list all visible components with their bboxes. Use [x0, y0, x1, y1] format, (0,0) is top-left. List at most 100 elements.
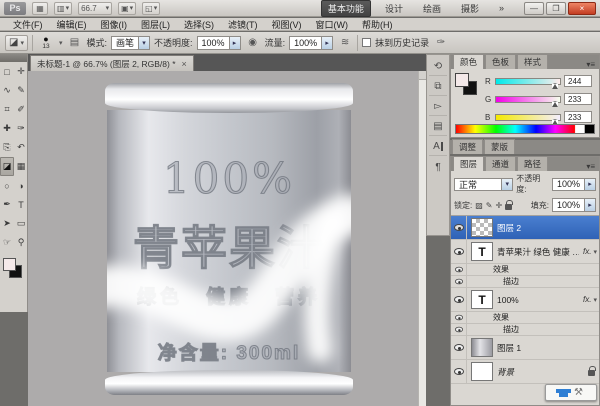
toggle-brush-panel-icon[interactable]: ▤	[66, 35, 82, 50]
clone-source-panel-icon[interactable]: ⧉	[429, 78, 447, 96]
restore-button[interactable]: ❐	[546, 2, 566, 15]
tab-styles[interactable]: 样式	[517, 54, 548, 69]
tool-move[interactable]: ✛	[14, 62, 28, 81]
tool-eraser[interactable]: ◪	[0, 157, 14, 176]
tool-crop[interactable]: ⌗	[0, 100, 14, 119]
close-tab-icon[interactable]: ×	[182, 59, 187, 69]
layer-row-text-product[interactable]: T 青苹果汁 绿色 健康 … fx. ▾	[451, 240, 599, 264]
workspace-photography-button[interactable]: 摄影	[455, 1, 485, 16]
foreground-color-swatch[interactable]	[3, 258, 16, 271]
history-panel-icon[interactable]: ⟲	[429, 58, 447, 76]
tool-zoom[interactable]: ⚲	[14, 233, 28, 252]
tool-gradient[interactable]: ▦	[14, 157, 28, 176]
green-value-field[interactable]: 233	[564, 93, 592, 105]
launch-bridge-icon[interactable]: ▦	[32, 2, 48, 15]
tool-pen[interactable]: ✒	[0, 195, 14, 214]
tool-lasso[interactable]: ∿	[0, 81, 14, 100]
layer-thumbnail[interactable]	[471, 362, 493, 381]
tool-eyedropper[interactable]: ✐	[14, 100, 28, 119]
green-slider-thumb[interactable]	[552, 101, 558, 107]
brush-panel-icon[interactable]: ✑	[433, 35, 449, 50]
layer-name[interactable]: 背景	[497, 366, 584, 378]
panel-menu-icon[interactable]: ▾≡	[586, 162, 597, 171]
visibility-cell[interactable]	[451, 216, 467, 239]
layer-name[interactable]: 100%	[497, 295, 579, 305]
stroke-effect-label[interactable]: 描边	[503, 324, 599, 335]
eye-icon[interactable]	[455, 315, 463, 321]
visibility-cell[interactable]	[451, 312, 467, 323]
layer-name[interactable]: 图层 1	[497, 342, 599, 354]
visibility-cell[interactable]	[451, 264, 467, 275]
layer-thumbnail[interactable]	[471, 338, 493, 357]
tab-layers[interactable]: 图层	[453, 156, 484, 171]
layer-row-layer2[interactable]: 图层 2	[451, 216, 599, 240]
red-value-field[interactable]: 244	[564, 75, 592, 87]
eye-icon[interactable]	[454, 224, 464, 231]
blue-value-field[interactable]: 233	[564, 111, 592, 123]
text-layer-thumbnail[interactable]: T	[471, 290, 493, 309]
tool-healing-brush[interactable]: ✚	[0, 119, 14, 138]
fill-dropdown[interactable]: 100% ▸	[552, 198, 596, 212]
menu-window[interactable]: 窗口(W)	[309, 18, 356, 31]
eye-icon[interactable]	[454, 344, 464, 351]
tool-clone-stamp[interactable]: ⎘	[0, 138, 14, 157]
visibility-cell[interactable]	[451, 324, 467, 335]
text-layer-thumbnail[interactable]: T	[471, 242, 493, 261]
tool-brush[interactable]: ✑	[14, 119, 28, 138]
eye-icon[interactable]	[455, 327, 463, 333]
workspace-essentials-button[interactable]: 基本功能	[321, 0, 371, 17]
opacity-dropdown[interactable]: 100% ▸	[197, 36, 241, 50]
visibility-cell[interactable]	[451, 336, 467, 359]
tab-channels[interactable]: 通道	[485, 156, 516, 171]
vertical-scrollbar[interactable]	[418, 71, 426, 406]
workspace-design-button[interactable]: 设计	[379, 1, 409, 16]
pressure-opacity-icon[interactable]: ◉	[245, 35, 261, 50]
minimize-button[interactable]: —	[524, 2, 544, 15]
layer-row-layer1[interactable]: 图层 1	[451, 336, 599, 360]
tool-blur[interactable]: ○	[0, 176, 14, 195]
layer-row-background[interactable]: 背景	[451, 360, 599, 384]
close-button[interactable]: ×	[568, 2, 596, 15]
effects-row[interactable]: 效果	[451, 264, 599, 276]
menu-image[interactable]: 图像(I)	[94, 18, 135, 31]
effects-row[interactable]: 效果	[451, 312, 599, 324]
lock-transparency-icon[interactable]: ▨	[475, 201, 483, 210]
layer-row-text-percent[interactable]: T 100% fx. ▾	[451, 288, 599, 312]
airbrush-icon[interactable]: ≋	[337, 35, 353, 50]
tab-color[interactable]: 颜色	[453, 54, 484, 69]
visibility-cell[interactable]	[451, 276, 467, 287]
erase-to-history-checkbox[interactable]	[362, 38, 371, 47]
eye-icon[interactable]	[455, 267, 463, 273]
shirt-icon[interactable]	[559, 389, 568, 397]
mode-dropdown[interactable]: 画笔 ▾	[111, 36, 150, 50]
lock-position-icon[interactable]: ✛	[496, 201, 503, 210]
screen-mode-icon[interactable]: ◱ ▾	[142, 2, 160, 15]
menu-edit[interactable]: 编辑(E)	[50, 18, 94, 31]
layers-opacity-dropdown[interactable]: 100% ▸	[552, 178, 596, 191]
wrench-icon[interactable]: ⚒	[574, 388, 583, 398]
panel-menu-icon[interactable]: ▾≡	[586, 60, 597, 69]
blue-slider[interactable]	[495, 114, 561, 121]
eye-icon[interactable]	[454, 368, 464, 375]
info-panel-icon[interactable]: ▤	[429, 118, 447, 136]
tool-dodge[interactable]: ◑	[14, 176, 28, 195]
tools-panel-grip[interactable]	[0, 54, 27, 62]
menu-file[interactable]: 文件(F)	[6, 18, 50, 31]
menu-view[interactable]: 视图(V)	[265, 18, 309, 31]
character-panel-icon[interactable]: A	[429, 138, 447, 156]
tool-rectangular-marquee[interactable]: □	[0, 62, 14, 81]
menu-select[interactable]: 选择(S)	[177, 18, 221, 31]
tab-paths[interactable]: 路径	[517, 156, 548, 171]
menu-filter[interactable]: 滤镜(T)	[221, 18, 265, 31]
visibility-cell[interactable]	[451, 288, 467, 311]
effects-label[interactable]: 效果	[493, 264, 599, 275]
animation-panel-icon[interactable]: ▻	[429, 98, 447, 116]
foreground-color-swatch[interactable]	[455, 73, 469, 87]
canvas-area[interactable]: 100% 青苹果汁 绿色 健康 营养 净含量: 300ml	[28, 71, 426, 406]
scrollbar-button[interactable]	[419, 71, 426, 80]
stroke-effect-row[interactable]: 描边	[451, 324, 599, 336]
blend-mode-dropdown[interactable]: 正常 ▾	[454, 178, 513, 191]
layer-effects-badge[interactable]: fx. ▾	[583, 247, 599, 256]
red-slider-thumb[interactable]	[552, 83, 558, 89]
tool-shape[interactable]: ▭	[14, 214, 28, 233]
